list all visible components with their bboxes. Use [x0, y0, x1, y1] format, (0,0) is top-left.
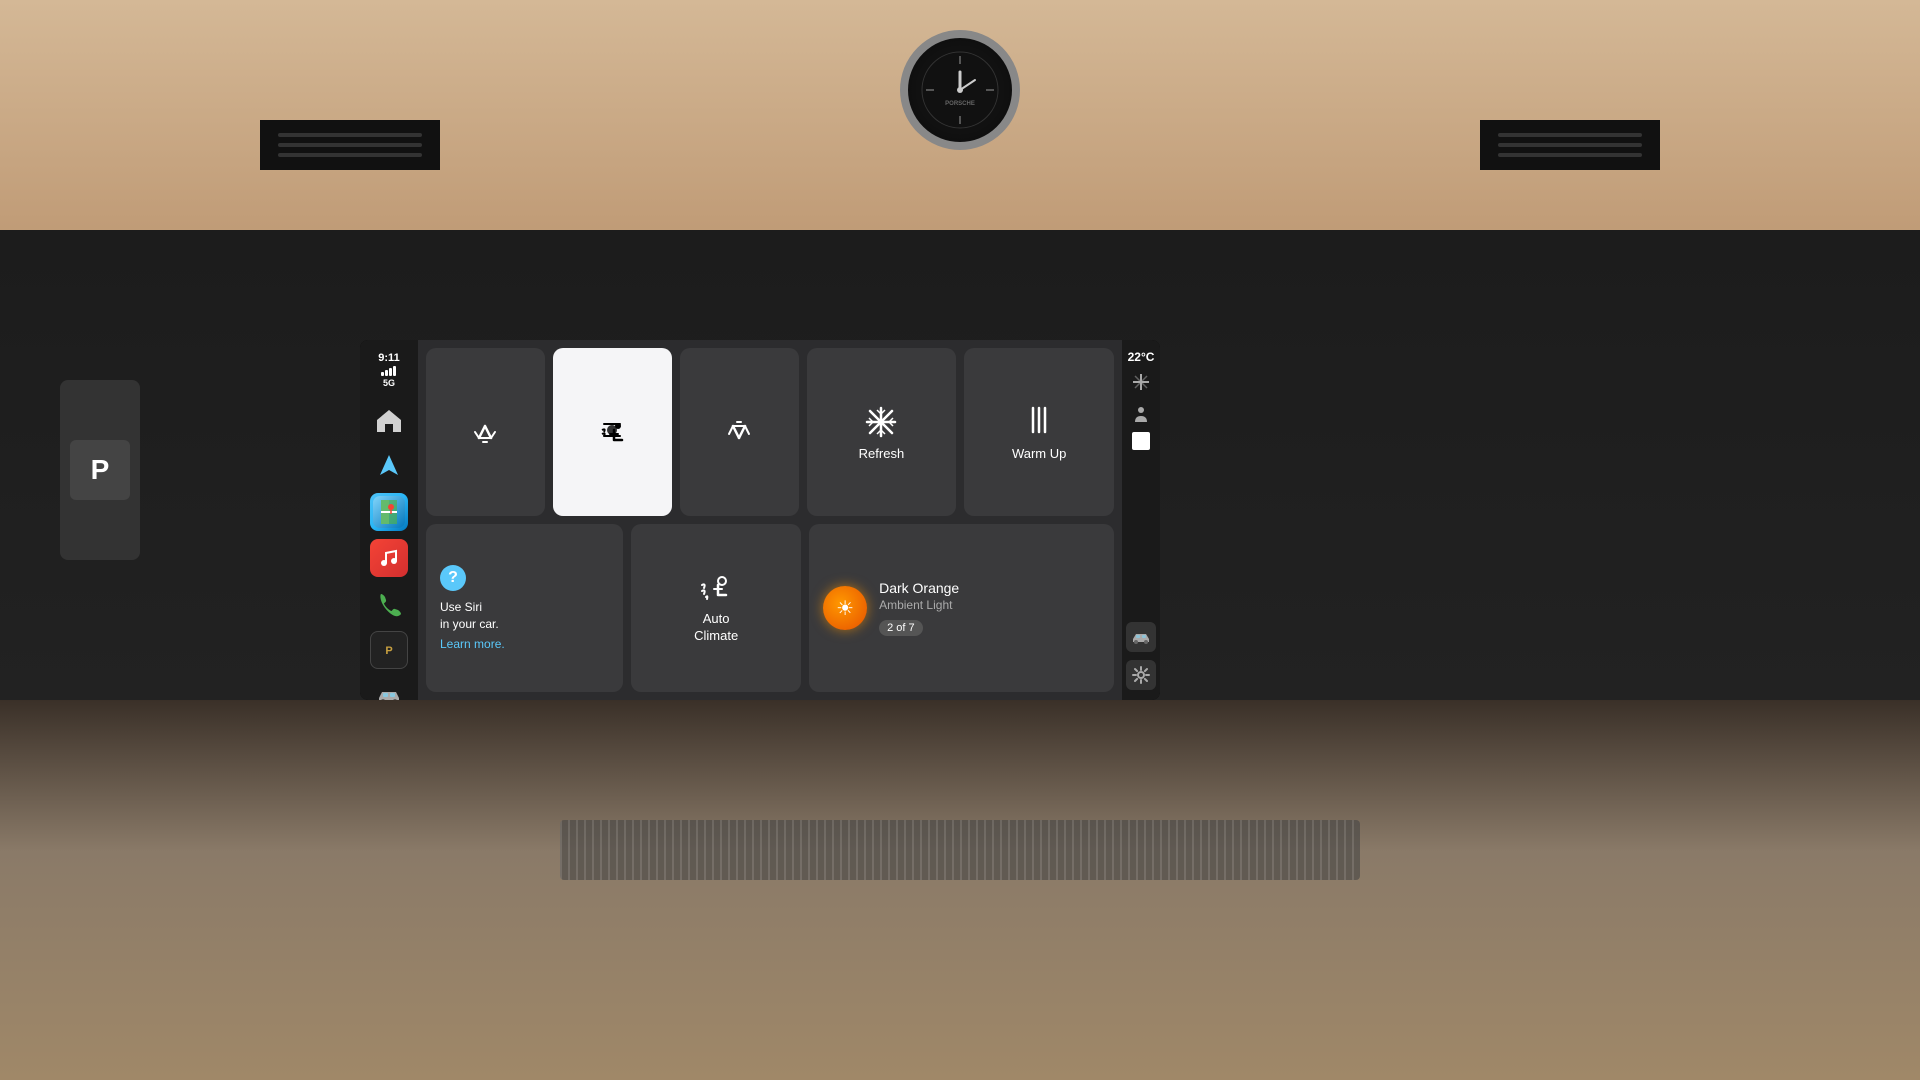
car-app-icon: [370, 677, 408, 700]
music-app-icon: [370, 539, 408, 577]
ambient-text-block: Dark Orange Ambient Light 2 of 7: [879, 580, 959, 636]
climate-top-row: Refresh Warm Up: [426, 348, 1114, 516]
ambient-page-indicator: 2 of 7: [879, 620, 923, 636]
sidebar: 9:11 5G: [360, 340, 418, 700]
fan-speed-icon: [1127, 368, 1155, 396]
airflow-up-button[interactable]: [426, 348, 545, 516]
siri-text-line1: Use Siri in your car.: [440, 599, 499, 633]
airflow-up-icon: [469, 416, 501, 448]
signal-bar-3: [389, 368, 392, 376]
maps-app-icon: [370, 493, 408, 531]
warmup-label: Warm Up: [1012, 446, 1066, 461]
network-type: 5G: [383, 378, 395, 388]
vent-right: [1480, 120, 1660, 170]
clock-face: PORSCHE: [915, 45, 1005, 135]
sidebar-item-phone[interactable]: [367, 582, 411, 626]
person-icon: [1127, 400, 1155, 428]
dashboard-bottom: [0, 700, 1920, 1080]
right-panel-bottom: [1126, 622, 1156, 690]
ambient-sun-icon: ☀: [836, 596, 854, 621]
settings-button[interactable]: [1126, 660, 1156, 690]
temperature-display: 22°C: [1128, 350, 1155, 364]
sidebar-item-maps[interactable]: [367, 490, 411, 534]
signal-indicator: [381, 366, 396, 376]
right-panel: 22°C: [1122, 340, 1160, 700]
right-panel-top: 22°C: [1127, 350, 1155, 450]
signal-bar-2: [385, 370, 388, 376]
phone-app-icon: [370, 585, 408, 623]
siri-icon: ?: [440, 565, 466, 591]
svg-text:P: P: [385, 645, 392, 657]
status-bar: 9:11 5G: [378, 348, 399, 396]
svg-text:PORSCHE: PORSCHE: [945, 101, 975, 107]
bottom-row: ? Use Siri in your car. Learn more.: [426, 524, 1114, 692]
sidebar-item-home[interactable]: [367, 398, 411, 442]
white-indicator: [1132, 432, 1150, 450]
gear-selector: P: [60, 380, 140, 560]
auto-climate-button[interactable]: Auto Climate: [631, 524, 801, 692]
refresh-button[interactable]: Refresh: [807, 348, 957, 516]
sidebar-item-car[interactable]: [367, 674, 411, 700]
sidebar-item-porsche[interactable]: P: [367, 628, 411, 672]
ambient-light-orb: ☀: [823, 586, 867, 630]
refresh-snowflake-icon: [863, 404, 899, 440]
status-time: 9:11: [378, 352, 399, 364]
ambient-light-title: Dark Orange: [879, 580, 959, 596]
vent-left: [260, 120, 440, 170]
airflow-mid-icon: [596, 416, 628, 448]
signal-bar-4: [393, 366, 396, 376]
sidebar-item-music[interactable]: [367, 536, 411, 580]
warmup-button[interactable]: Warm Up: [964, 348, 1114, 516]
car-view-button[interactable]: [1126, 622, 1156, 652]
speaker-grille: [560, 820, 1360, 880]
airflow-down-icon: [723, 416, 755, 448]
airflow-mid-button[interactable]: [553, 348, 672, 516]
main-content: Refresh Warm Up ?: [418, 340, 1122, 700]
sidebar-item-navigation[interactable]: [367, 444, 411, 488]
siri-learn-more-link[interactable]: Learn more.: [440, 637, 505, 651]
porsche-app-icon: P: [370, 631, 408, 669]
warmup-heat-icon: [1021, 404, 1057, 440]
ambient-light-card[interactable]: ☀ Dark Orange Ambient Light 2 of 7: [809, 524, 1114, 692]
airflow-down-button[interactable]: [680, 348, 799, 516]
clock-gauge: PORSCHE: [900, 30, 1020, 150]
auto-climate-label: Auto Climate: [694, 611, 738, 645]
infotainment-screen: 9:11 5G: [360, 340, 1160, 700]
siri-suggestion-card[interactable]: ? Use Siri in your car. Learn more.: [426, 524, 623, 692]
signal-bar-1: [381, 372, 384, 376]
ambient-light-subtitle: Ambient Light: [879, 598, 959, 612]
refresh-label: Refresh: [859, 446, 905, 461]
auto-climate-icon: [698, 571, 734, 607]
gear-p-indicator: P: [70, 440, 130, 500]
